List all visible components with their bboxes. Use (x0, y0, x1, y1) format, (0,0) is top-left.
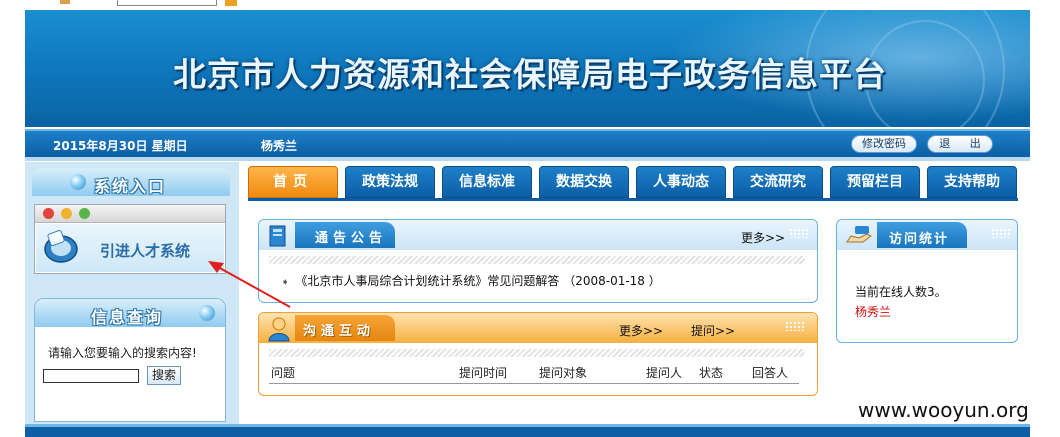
online-count: 当前在线人数3。 (855, 285, 947, 299)
toolbar-icon (225, 0, 237, 6)
main-nav: 首页 政策法规 信息标准 数据交换 人事动态 交流研究 预留栏目 支持帮助 (248, 166, 1018, 198)
tab-reserved[interactable]: 预留栏目 (830, 166, 920, 198)
tab-info-standard[interactable]: 信息标准 (442, 166, 532, 198)
tab-personnel-news[interactable]: 人事动态 (636, 166, 726, 198)
entry-title: 系统入口 (94, 177, 167, 196)
interaction-title: 沟通互动 (303, 324, 376, 339)
col-ask-target: 提问对象 (539, 366, 588, 380)
query-panel: 信息查询 请输入您要输入的搜索内容! 搜索 (34, 298, 226, 422)
stats-hand-icon (846, 226, 872, 243)
stats-header: 访问统计 (837, 220, 1017, 250)
annotation-arrow (208, 261, 291, 308)
tab-home[interactable]: 首页 (248, 166, 338, 198)
online-user: 杨秀兰 (855, 305, 892, 319)
tab-research[interactable]: 交流研究 (733, 166, 823, 198)
col-asker: 提问人 (646, 366, 683, 380)
notice-panel: 通告公告 更多>> ➧ 《北京市人事局综合计划统计系统》常见问题解答 （2008-… (258, 219, 818, 303)
watermark: www.wooyun.org (854, 398, 1033, 422)
notice-item[interactable]: ➧ 《北京市人事局综合计划统计系统》常见问题解答 （2008-01-18 ） (281, 272, 661, 289)
site-title: 北京市人力资源和社会保障局电子政务信息平台 (173, 55, 887, 94)
maximize-dot-icon (79, 208, 90, 219)
talent-system-link[interactable]: 引进人才系统 (100, 240, 190, 261)
site-banner: 北京市人力资源和社会保障局电子政务信息平台 (25, 10, 1030, 127)
toolbar-icon (60, 0, 70, 4)
search-hint: 请输入您要输入的搜索内容! (48, 346, 197, 360)
search-input[interactable] (43, 369, 139, 383)
entry-header: 系统入口 (32, 168, 230, 196)
notice-title: 通告公告 (315, 231, 388, 246)
change-password-button[interactable]: 修改密码 (851, 135, 917, 153)
tab-policy[interactable]: 政策法规 (345, 166, 435, 198)
logout-button[interactable]: 退 出 (927, 135, 993, 153)
visit-stats-panel: 访问统计 当前在线人数3。 杨秀兰 (836, 219, 1018, 343)
window-body: 引进人才系统 (36, 224, 224, 272)
search-button[interactable]: 搜索 (147, 366, 181, 385)
tab-data-exchange[interactable]: 数据交换 (539, 166, 629, 198)
close-dot-icon (43, 208, 54, 219)
window-titlebar (35, 205, 225, 223)
notice-item-text: 《北京市人事局综合计划统计系统》常见问题解答 （2008-01-18 ） (295, 274, 661, 288)
col-status: 状态 (699, 366, 724, 380)
hatch-divider (269, 256, 805, 264)
col-ask-time: 提问时间 (459, 366, 508, 380)
grip-icon (785, 321, 805, 331)
query-title: 信息查询 (91, 308, 164, 327)
toolbar-field[interactable] (117, 0, 217, 6)
nav-underline (248, 198, 1018, 201)
grip-icon (991, 228, 1011, 238)
notice-header: 通告公告 更多>> (259, 220, 817, 250)
talent-system-icon (44, 230, 78, 263)
interaction-panel: 沟通互动 更多>> 提问>> 问题 提问时间 提问对象 提问人 状态 回答人 (258, 312, 818, 396)
interaction-more-link[interactable]: 更多>> (619, 322, 663, 339)
query-header: 信息查询 (35, 299, 225, 327)
notice-more-link[interactable]: 更多>> (741, 229, 785, 246)
grip-icon (789, 228, 809, 238)
system-entry-card[interactable]: 引进人才系统 (34, 204, 226, 274)
status-bar: 2015年8月30日 星期日 杨秀兰 修改密码 退 出 (25, 129, 1030, 157)
col-answerer: 回答人 (752, 366, 789, 380)
hatch-divider (269, 349, 805, 357)
stats-title: 访问统计 (889, 232, 950, 247)
qa-table-header: 问题 提问时间 提问对象 提问人 状态 回答人 (269, 364, 799, 384)
divider (25, 157, 1030, 161)
current-date: 2015年8月30日 星期日 (53, 139, 188, 153)
current-user: 杨秀兰 (261, 139, 298, 153)
globe-icon (70, 174, 86, 190)
col-question: 问题 (271, 366, 296, 380)
user-icon (268, 317, 290, 342)
interaction-header: 沟通互动 更多>> 提问>> (259, 313, 817, 343)
notice-book-icon (269, 225, 286, 247)
browser-toolbar-remnant (0, 0, 1060, 8)
footer-bar (25, 424, 1030, 437)
minimize-dot-icon (61, 208, 72, 219)
ask-question-link[interactable]: 提问>> (691, 322, 735, 339)
tab-help[interactable]: 支持帮助 (927, 166, 1017, 198)
